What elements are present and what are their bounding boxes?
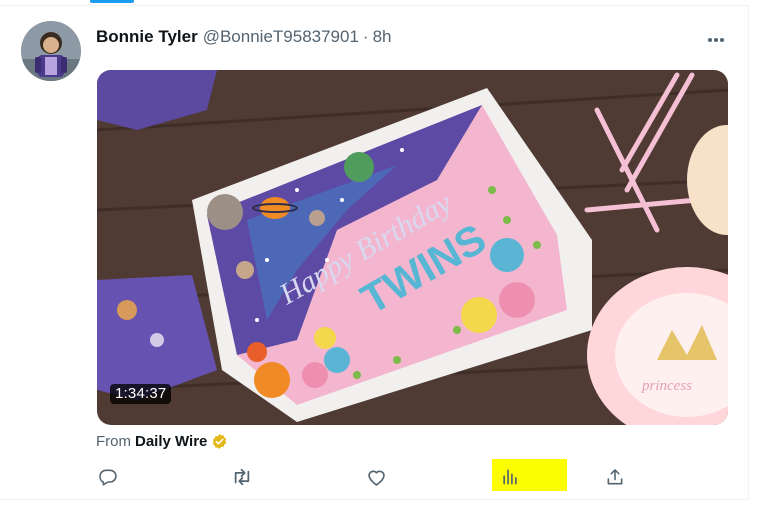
repost-arrows-icon: [231, 467, 253, 492]
source-name-link[interactable]: Daily Wire: [135, 433, 207, 450]
reply-button[interactable]: [90, 461, 126, 497]
verified-badge-icon: [211, 433, 228, 450]
bar-chart-icon: [500, 467, 520, 492]
cake-video-thumbnail: Happy Birthday TWINS princess: [97, 70, 728, 425]
video-media[interactable]: Happy Birthday TWINS princess 1:34:37: [97, 70, 728, 425]
speech-bubble-icon: [98, 467, 118, 492]
author-display-name[interactable]: Bonnie Tyler: [96, 27, 198, 47]
more-dots-icon: [707, 30, 725, 48]
author-handle[interactable]: @BonnieT95837901: [203, 27, 359, 47]
source-prefix: From: [96, 432, 131, 450]
share-button[interactable]: [597, 461, 633, 497]
video-duration-badge: 1:34:37: [110, 384, 172, 404]
post-time[interactable]: 8h: [373, 27, 392, 47]
source-attribution: From Daily Wire: [96, 431, 228, 451]
tweet-card[interactable]: Bonnie Tyler @BonnieT95837901 · 8h Happy…: [0, 5, 749, 500]
plate-text: princess: [641, 378, 692, 394]
heart-icon: [366, 467, 387, 492]
share-upload-icon: [605, 467, 625, 492]
top-accent-bar: [90, 0, 134, 3]
repost-button[interactable]: [224, 461, 260, 497]
tweet-header: Bonnie Tyler @BonnieT95837901 · 8h: [96, 25, 392, 49]
like-button[interactable]: [358, 461, 394, 497]
header-separator: ·: [362, 27, 369, 46]
more-options-button[interactable]: [700, 23, 732, 55]
views-button[interactable]: [492, 461, 528, 497]
action-bar: [0, 461, 749, 497]
avatar[interactable]: [21, 21, 81, 81]
